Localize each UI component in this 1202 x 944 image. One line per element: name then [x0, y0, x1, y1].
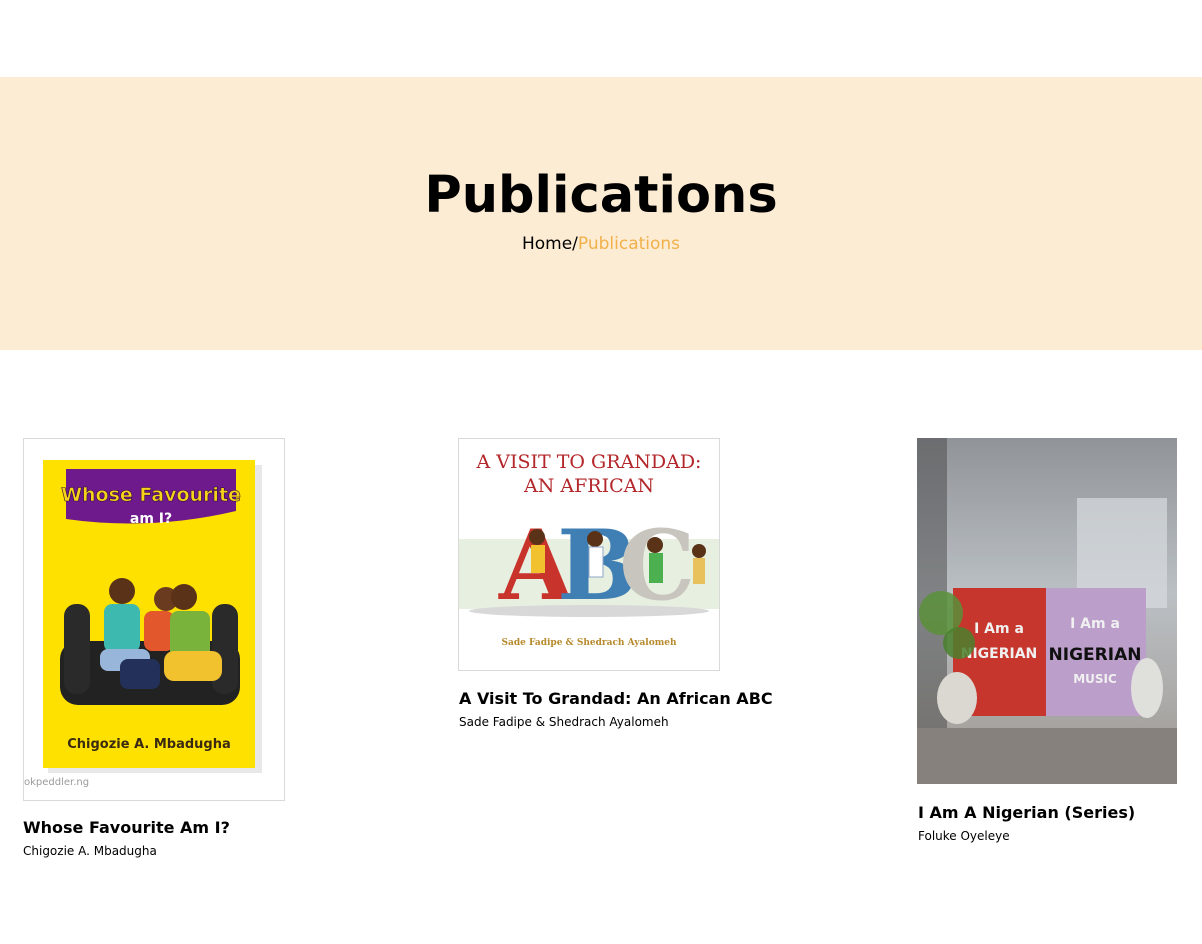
- book-title[interactable]: A Visit To Grandad: An African ABC: [459, 689, 773, 708]
- book-author: Chigozie A. Mbadugha: [23, 844, 157, 858]
- book-cover-image[interactable]: A VISIT TO GRANDAD: AN AFRICAN A B C Sad…: [458, 438, 720, 671]
- page-title: Publications: [424, 166, 778, 225]
- book-cover-image[interactable]: I Am a NIGERIAN I Am a NIGERIAN MUSIC: [917, 438, 1177, 784]
- cover-heading-2: am I?: [130, 511, 172, 527]
- breadcrumb-home-link[interactable]: Home: [522, 234, 572, 254]
- cover-line-1: A VISIT TO GRANDAD:: [476, 451, 702, 473]
- breadcrumb-current: Publications: [577, 234, 681, 254]
- cover-illustration-whose-favourite: Whose Favourite am I? Chigozie A. Mbadug…: [24, 439, 284, 800]
- book-title[interactable]: I Am A Nigerian (Series): [918, 803, 1135, 822]
- cover-heading-1: Whose Favourite: [61, 484, 241, 506]
- cover-illustration-visit-to-grandad: A VISIT TO GRANDAD: AN AFRICAN A B C Sad…: [459, 439, 719, 670]
- cover-watermark: okpeddler.ng: [24, 777, 89, 788]
- cover-photo-i-am-a-nigerian: I Am a NIGERIAN I Am a NIGERIAN MUSIC: [917, 438, 1177, 784]
- cover-author: Chigozie A. Mbadugha: [67, 737, 231, 752]
- book-author: Sade Fadipe & Shedrach Ayalomeh: [459, 715, 669, 729]
- book-title[interactable]: Whose Favourite Am I?: [23, 818, 230, 837]
- cover-author: Sade Fadipe & Shedrach Ayalomeh: [501, 638, 676, 648]
- breadcrumb: Home/Publications: [0, 234, 1202, 254]
- book-author: Foluke Oyeleye: [918, 829, 1010, 843]
- book-cover-image[interactable]: Whose Favourite am I? Chigozie A. Mbadug…: [23, 438, 285, 801]
- cover-line-2: AN AFRICAN: [523, 475, 654, 497]
